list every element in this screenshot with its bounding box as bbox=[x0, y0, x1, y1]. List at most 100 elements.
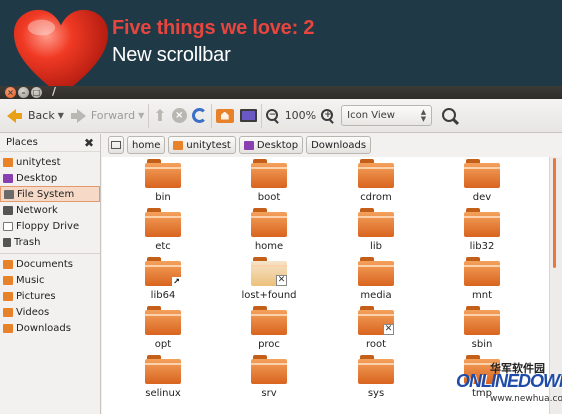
file-label: opt bbox=[154, 339, 172, 350]
file-item-dev[interactable]: dev bbox=[442, 159, 522, 203]
file-label: dev bbox=[472, 192, 492, 203]
zoom-out-icon[interactable]: − bbox=[265, 108, 280, 123]
folder-icon bbox=[251, 159, 287, 188]
file-label: cdrom bbox=[360, 192, 392, 203]
sidebar-item-music[interactable]: Music bbox=[0, 272, 100, 288]
banner-title: Five things we love: 2 bbox=[112, 17, 315, 39]
file-label: selinux bbox=[145, 388, 181, 399]
sidebar-item-documents[interactable]: Documents bbox=[0, 256, 100, 272]
file-label: lost+found bbox=[241, 290, 297, 301]
toolbar-separator bbox=[210, 103, 212, 128]
file-item-sbin[interactable]: sbin bbox=[442, 306, 522, 350]
file-item-selinux[interactable]: selinux bbox=[123, 355, 203, 399]
sidebar-item-floppy-drive[interactable]: Floppy Drive bbox=[0, 218, 100, 234]
no-access-icon: ✕ bbox=[276, 275, 287, 286]
desktop-icon bbox=[3, 173, 13, 183]
drive-icon bbox=[111, 141, 121, 149]
file-item-sys[interactable]: sys bbox=[336, 355, 416, 399]
path-toggle-button[interactable] bbox=[108, 136, 124, 154]
sidebar-item-pictures[interactable]: Pictures bbox=[0, 288, 100, 304]
updown-icon: ▲ ▼ bbox=[420, 107, 427, 123]
reload-icon[interactable] bbox=[191, 108, 207, 123]
places-sidebar: Places ✖ unitytest Desktop File System N… bbox=[0, 134, 101, 414]
crumb-desktop[interactable]: Desktop bbox=[238, 136, 304, 154]
zoom-level: 100% bbox=[284, 109, 317, 122]
file-item-root[interactable]: ✕ root bbox=[336, 306, 416, 350]
floppy-icon bbox=[3, 221, 13, 231]
home-icon[interactable] bbox=[215, 108, 234, 123]
maximize-icon[interactable]: □ bbox=[31, 87, 42, 98]
file-item-lib64[interactable]: ↗ lib64 bbox=[123, 257, 203, 301]
file-item-proc[interactable]: proc bbox=[229, 306, 309, 350]
file-item-lib[interactable]: lib bbox=[336, 208, 416, 252]
minimize-icon[interactable]: – bbox=[18, 87, 29, 98]
folder-icon bbox=[145, 355, 181, 384]
back-label: Back bbox=[28, 109, 55, 122]
search-icon[interactable] bbox=[442, 107, 458, 124]
view-mode-value: Icon View bbox=[347, 110, 395, 121]
window-titlebar[interactable]: × – □ / bbox=[0, 85, 562, 99]
forward-button[interactable]: Forward bbox=[68, 103, 138, 129]
home-folder-icon bbox=[173, 140, 184, 150]
file-item-lost-found[interactable]: ✕ lost+found bbox=[229, 257, 309, 301]
folder-icon bbox=[464, 208, 500, 237]
sidebar-item-videos[interactable]: Videos bbox=[0, 304, 100, 320]
close-sidebar-icon[interactable]: ✖ bbox=[84, 136, 94, 150]
home-folder-icon bbox=[3, 157, 13, 167]
sidebar-item-trash[interactable]: Trash bbox=[0, 234, 100, 250]
back-arrow-icon bbox=[7, 108, 22, 123]
file-item-opt[interactable]: opt bbox=[123, 306, 203, 350]
downloads-folder-icon bbox=[3, 323, 13, 333]
watermark-brand: ONLINEDOWN bbox=[456, 371, 562, 391]
file-item-etc[interactable]: etc bbox=[123, 208, 203, 252]
places-heading: Places bbox=[6, 137, 38, 148]
folder-icon: ✕ bbox=[358, 306, 394, 335]
sidebar-item-network[interactable]: Network bbox=[0, 202, 100, 218]
window-title: / bbox=[52, 85, 57, 98]
up-arrow-icon[interactable]: ⬆ bbox=[153, 106, 166, 125]
filesystem-icon bbox=[4, 189, 14, 199]
stop-icon[interactable]: × bbox=[171, 108, 187, 123]
file-item-boot[interactable]: boot bbox=[229, 159, 309, 203]
folder-icon bbox=[464, 257, 500, 286]
path-bar: home unitytest Desktop Downloads bbox=[102, 134, 562, 156]
sidebar-item-file-system[interactable]: File System bbox=[0, 186, 100, 202]
folder-icon bbox=[358, 159, 394, 188]
file-item-media[interactable]: media bbox=[336, 257, 416, 301]
crumb-home[interactable]: home bbox=[127, 136, 166, 154]
folder-icon bbox=[251, 355, 287, 384]
file-label: root bbox=[365, 339, 387, 350]
scrollbar-thumb[interactable] bbox=[553, 158, 556, 268]
sidebar-item-desktop[interactable]: Desktop bbox=[0, 170, 100, 186]
back-history-dropdown[interactable]: ▼ bbox=[58, 111, 64, 120]
toolbar-separator bbox=[260, 103, 262, 128]
file-item-srv[interactable]: srv bbox=[229, 355, 309, 399]
folder-icon bbox=[358, 208, 394, 237]
zoom-in-icon[interactable]: + bbox=[321, 108, 335, 123]
view-mode-select[interactable]: Icon View ▲ ▼ bbox=[341, 105, 433, 126]
file-label: sys bbox=[367, 388, 385, 399]
file-label: boot bbox=[257, 192, 281, 203]
folder-icon bbox=[464, 159, 500, 188]
computer-icon[interactable] bbox=[239, 109, 257, 122]
sidebar-item-downloads[interactable]: Downloads bbox=[0, 320, 100, 336]
file-item-home[interactable]: home bbox=[229, 208, 309, 252]
file-item-lib32[interactable]: lib32 bbox=[442, 208, 522, 252]
crumb-downloads[interactable]: Downloads bbox=[306, 136, 372, 154]
sidebar-item-unitytest[interactable]: unitytest bbox=[0, 154, 100, 170]
forward-arrow-icon bbox=[70, 108, 86, 123]
file-item-cdrom[interactable]: cdrom bbox=[336, 159, 416, 203]
watermark-url: www.newhua.com bbox=[490, 394, 562, 404]
crumb-unitytest[interactable]: unitytest bbox=[168, 136, 236, 154]
videos-folder-icon bbox=[3, 307, 13, 317]
folder-icon bbox=[251, 306, 287, 335]
file-item-mnt[interactable]: mnt bbox=[442, 257, 522, 301]
close-icon[interactable]: × bbox=[5, 87, 16, 98]
file-label: media bbox=[360, 290, 392, 301]
folder-icon bbox=[464, 306, 500, 335]
file-label: sbin bbox=[471, 339, 493, 350]
back-button[interactable]: Back bbox=[4, 103, 58, 129]
forward-history-dropdown[interactable]: ▼ bbox=[138, 111, 144, 120]
file-item-bin[interactable]: bin bbox=[123, 159, 203, 203]
file-label: lib bbox=[370, 241, 382, 252]
